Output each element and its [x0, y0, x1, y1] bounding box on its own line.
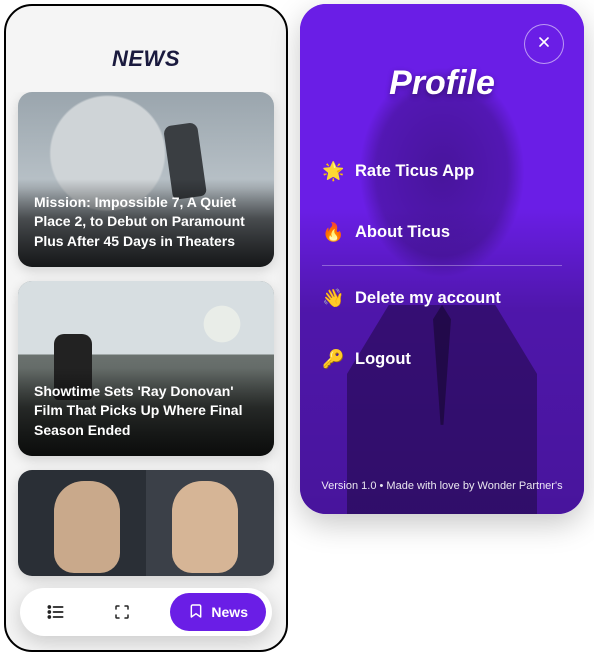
menu-item-label: Delete my account: [355, 289, 501, 308]
news-card[interactable]: [18, 470, 274, 576]
divider: [322, 265, 562, 266]
profile-menu: 🌟 Rate Ticus App 🔥 About Ticus 👋 Delete …: [322, 141, 562, 390]
news-card[interactable]: Showtime Sets 'Ray Donovan' Film That Pi…: [18, 281, 274, 456]
close-icon: [536, 34, 552, 55]
bottom-nav: News: [20, 588, 272, 636]
news-card[interactable]: Mission: Impossible 7, A Quiet Place 2, …: [18, 92, 274, 267]
close-button[interactable]: [524, 24, 564, 64]
news-headline: Showtime Sets 'Ray Donovan' Film That Pi…: [34, 382, 258, 440]
news-screen: NEWS Mission: Impossible 7, A Quiet Plac…: [4, 4, 288, 652]
news-list: Mission: Impossible 7, A Quiet Place 2, …: [6, 92, 286, 650]
news-overlay: Mission: Impossible 7, A Quiet Place 2, …: [18, 179, 274, 267]
star-icon: 🌟: [322, 161, 342, 182]
menu-item-logout[interactable]: 🔑 Logout: [322, 329, 562, 390]
menu-item-label: About Ticus: [355, 223, 450, 242]
menu-item-rate[interactable]: 🌟 Rate Ticus App: [322, 141, 562, 202]
wave-icon: 👋: [322, 288, 342, 309]
scan-icon[interactable]: [104, 594, 140, 630]
news-thumbnail: [18, 470, 274, 576]
news-tab-label: News: [211, 604, 248, 620]
menu-item-delete[interactable]: 👋 Delete my account: [322, 268, 562, 329]
page-title: Profile: [322, 64, 562, 103]
key-icon: 🔑: [322, 349, 342, 370]
profile-screen: Profile 🌟 Rate Ticus App 🔥 About Ticus 👋…: [300, 4, 584, 514]
page-title: NEWS: [6, 6, 286, 92]
news-overlay: Showtime Sets 'Ray Donovan' Film That Pi…: [18, 368, 274, 456]
bookmark-icon: [188, 603, 204, 622]
news-headline: Mission: Impossible 7, A Quiet Place 2, …: [34, 193, 258, 251]
news-tab-active[interactable]: News: [170, 593, 266, 631]
menu-item-about[interactable]: 🔥 About Ticus: [322, 202, 562, 263]
menu-item-label: Rate Ticus App: [355, 162, 474, 181]
fire-icon: 🔥: [322, 222, 342, 243]
list-icon[interactable]: [38, 594, 74, 630]
menu-item-label: Logout: [355, 350, 411, 369]
footer-text: Version 1.0 • Made with love by Wonder P…: [300, 480, 584, 492]
